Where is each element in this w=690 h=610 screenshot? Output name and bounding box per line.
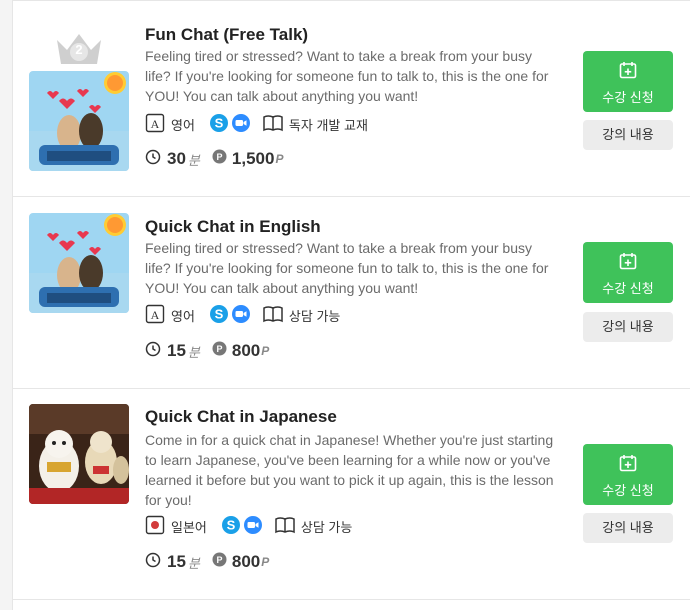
- svg-text:P: P: [216, 152, 222, 162]
- svg-text:P: P: [216, 555, 222, 565]
- lesson-card: Quick Chat in Japanese Come in for a qui…: [13, 389, 690, 600]
- calendar-plus-icon: [619, 454, 637, 475]
- lesson-material: 독자 개발 교재: [288, 117, 368, 133]
- duration-unit: 분: [187, 555, 200, 571]
- lesson-card: Quick Chat in English Feeling tired or s…: [13, 197, 690, 389]
- lesson-duration: 15: [167, 552, 186, 571]
- svg-text:S: S: [215, 115, 224, 130]
- lesson-price: 800: [231, 552, 261, 571]
- point-icon: P: [212, 552, 227, 572]
- lesson-language: 영어: [171, 117, 195, 133]
- enroll-button[interactable]: 수강 신청: [583, 444, 673, 505]
- lesson-price: 800: [231, 341, 261, 360]
- book-icon: [263, 114, 283, 135]
- lesson-pricing: 30 분 P 1,500 P: [145, 148, 283, 170]
- language-icon: A: [145, 304, 165, 327]
- lesson-language: 일본어: [171, 519, 207, 535]
- rank-crown-icon: 2: [53, 28, 105, 68]
- lesson-title[interactable]: Quick Chat in English: [145, 217, 321, 237]
- book-icon: [263, 305, 283, 326]
- point-icon: P: [212, 149, 227, 169]
- svg-text:A: A: [151, 117, 160, 131]
- clock-icon: [145, 341, 161, 362]
- zoom-icon: [243, 515, 263, 538]
- lesson-meta: 일본어 S 상담 가능: [145, 515, 352, 537]
- duration-unit: 분: [187, 152, 200, 168]
- svg-text:S: S: [227, 517, 236, 532]
- lesson-card: 2 Fun Chat (Free Talk) Feeling tired or …: [13, 1, 690, 197]
- zoom-icon: [231, 304, 251, 327]
- zoom-icon: [231, 113, 251, 136]
- price-unit: P: [275, 152, 284, 166]
- enroll-button-label: 수강 신청: [602, 281, 654, 296]
- lesson-info-button[interactable]: 강의 내용: [583, 120, 673, 150]
- language-icon: [145, 515, 165, 538]
- lesson-meta: A 영어 S 독자 개발 교재: [145, 113, 368, 135]
- lesson-title[interactable]: Fun Chat (Free Talk): [145, 25, 308, 45]
- svg-text:A: A: [151, 308, 160, 322]
- lesson-thumbnail[interactable]: [29, 213, 129, 313]
- lesson-language: 영어: [171, 308, 195, 324]
- lesson-info-button[interactable]: 강의 내용: [583, 312, 673, 342]
- rank-number: 2: [75, 42, 83, 57]
- price-unit: P: [261, 555, 270, 569]
- enroll-button-label: 수강 신청: [602, 483, 654, 498]
- enroll-button-label: 수강 신청: [602, 90, 654, 105]
- calendar-plus-icon: [619, 61, 637, 82]
- lesson-description: Feeling tired or stressed? Want to take …: [145, 240, 549, 296]
- enroll-button[interactable]: 수강 신청: [583, 51, 673, 112]
- clock-icon: [145, 552, 161, 573]
- lesson-list: 2 Fun Chat (Free Talk) Feeling tired or …: [12, 0, 690, 610]
- lesson-info-button[interactable]: 강의 내용: [583, 513, 673, 543]
- lesson-duration: 30: [167, 149, 186, 168]
- lesson-meta: A 영어 S 상담 가능: [145, 304, 340, 326]
- book-icon: [275, 516, 295, 537]
- lesson-material: 상담 가능: [300, 519, 353, 535]
- svg-text:S: S: [215, 306, 224, 321]
- skype-icon: S: [221, 515, 241, 538]
- lesson-thumbnail[interactable]: [29, 71, 129, 171]
- calendar-plus-icon: [619, 252, 637, 273]
- lesson-thumbnail[interactable]: [29, 404, 129, 504]
- language-icon: A: [145, 113, 165, 136]
- skype-icon: S: [209, 113, 229, 136]
- lesson-description: Come in for a quick chat in Japanese! Wh…: [145, 432, 554, 508]
- clock-icon: [145, 149, 161, 170]
- price-unit: P: [261, 344, 270, 358]
- lesson-title[interactable]: Quick Chat in Japanese: [145, 407, 337, 427]
- lesson-material: 상담 가능: [288, 308, 341, 324]
- enroll-button[interactable]: 수강 신청: [583, 242, 673, 303]
- duration-unit: 분: [187, 344, 200, 360]
- lesson-pricing: 15 분 P 800 P: [145, 551, 269, 573]
- lesson-description: Feeling tired or stressed? Want to take …: [145, 48, 549, 104]
- svg-text:P: P: [216, 344, 222, 354]
- skype-icon: S: [209, 304, 229, 327]
- lesson-pricing: 15 분 P 800 P: [145, 340, 269, 362]
- lesson-price: 1,500: [231, 149, 275, 168]
- point-icon: P: [212, 341, 227, 361]
- lesson-duration: 15: [167, 341, 186, 360]
